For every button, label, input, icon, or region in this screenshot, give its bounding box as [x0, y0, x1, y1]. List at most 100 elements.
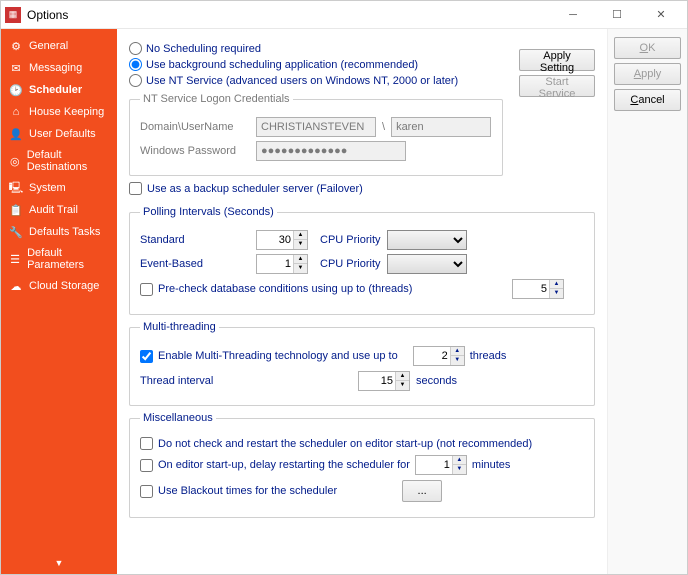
- sidebar-item-userdefaults[interactable]: 👤 User Defaults: [1, 123, 117, 145]
- sidebar: ⚙General ✉Messaging 🕑 Scheduler ⌂House Ke…: [1, 29, 117, 574]
- sidebar-label: Defaults Tasks: [29, 226, 100, 238]
- delay-spinner[interactable]: ▲▼: [415, 455, 467, 475]
- spin-down-icon[interactable]: ▼: [294, 264, 307, 273]
- radio-label: Use background scheduling application (r…: [146, 59, 418, 71]
- enable-mt-label: Enable Multi-Threading technology and us…: [158, 350, 398, 362]
- spin-down-icon[interactable]: ▼: [294, 240, 307, 249]
- spin-up-icon[interactable]: ▲: [294, 231, 307, 240]
- sidebar-item-general[interactable]: ⚙General: [1, 35, 117, 57]
- misc-group: Miscellaneous Do not check and restart t…: [129, 412, 595, 518]
- audit-icon: 📋: [9, 203, 23, 217]
- start-service-button[interactable]: Start Service: [519, 75, 595, 97]
- delay-check[interactable]: [140, 459, 153, 472]
- polling-group: Polling Intervals (Seconds) Standard ▲▼ …: [129, 206, 595, 315]
- system-icon: 🖳: [9, 181, 23, 195]
- failover-check[interactable]: [129, 182, 142, 195]
- sidebar-item-defparams[interactable]: ☰Default Parameters: [1, 243, 117, 275]
- spin-up-icon[interactable]: ▲: [453, 456, 466, 465]
- cpu-priority-select2[interactable]: [387, 254, 467, 274]
- precheck-spinner[interactable]: ▲▼: [512, 279, 564, 299]
- precheck-check[interactable]: [140, 283, 153, 296]
- app-icon: ▦: [5, 7, 21, 23]
- radio-ntservice[interactable]: [129, 74, 142, 87]
- standard-label: Standard: [140, 234, 210, 246]
- nocheck-check[interactable]: [140, 437, 153, 450]
- cpu-priority-select[interactable]: [387, 230, 467, 250]
- event-spinner[interactable]: ▲▼: [256, 254, 308, 274]
- sidebar-item-cloud[interactable]: ☁Cloud Storage: [1, 275, 117, 297]
- multithread-group: Multi-threading Enable Multi-Threading t…: [129, 321, 595, 406]
- spin-down-icon[interactable]: ▼: [453, 465, 466, 474]
- sidebar-item-scheduler[interactable]: 🕑 Scheduler: [1, 79, 117, 101]
- standard-input[interactable]: [257, 231, 293, 249]
- ok-text: K: [648, 42, 655, 54]
- ntcreds-group: NT Service Logon Credentials Domain\User…: [129, 93, 503, 176]
- spin-down-icon[interactable]: ▼: [550, 289, 563, 298]
- cpu-label2: CPU Priority: [320, 258, 381, 270]
- threads-input[interactable]: [414, 347, 450, 365]
- maximize-button[interactable]: ☐: [595, 1, 639, 29]
- sidebar-collapse[interactable]: ▼: [1, 552, 117, 574]
- blackout-check[interactable]: [140, 485, 153, 498]
- radio-background[interactable]: [129, 58, 142, 71]
- content-panel: No Scheduling required Use background sc…: [117, 29, 607, 574]
- event-input[interactable]: [257, 255, 293, 273]
- user-icon: 👤: [9, 127, 23, 141]
- sidebar-item-housekeeping[interactable]: ⌂House Keeping: [1, 101, 117, 123]
- spin-up-icon[interactable]: ▲: [294, 255, 307, 264]
- sidebar-label: System: [29, 182, 66, 194]
- user-input[interactable]: [391, 117, 491, 137]
- titlebar: ▦ Options ─ ☐ ✕: [1, 1, 687, 29]
- password-input[interactable]: [256, 141, 406, 161]
- sidebar-item-deftasks[interactable]: 🔧Defaults Tasks: [1, 221, 117, 243]
- interval-input[interactable]: [359, 372, 395, 390]
- broom-icon: ⌂: [9, 105, 23, 119]
- radio-no-scheduling[interactable]: [129, 42, 142, 55]
- cancel-button[interactable]: Cancel: [614, 89, 681, 111]
- precheck-input[interactable]: [513, 280, 549, 298]
- sidebar-item-messaging[interactable]: ✉Messaging: [1, 57, 117, 79]
- cpu-label: CPU Priority: [320, 234, 381, 246]
- delay-input[interactable]: [416, 456, 452, 474]
- minimize-button[interactable]: ─: [551, 1, 595, 29]
- delay-label: On editor start-up, delay restarting the…: [158, 459, 410, 471]
- sidebar-label: Audit Trail: [29, 204, 78, 216]
- blackout-button[interactable]: ...: [402, 480, 442, 502]
- interval-label: Thread interval: [140, 375, 352, 387]
- standard-spinner[interactable]: ▲▼: [256, 230, 308, 250]
- target-icon: ◎: [9, 154, 21, 168]
- interval-spinner[interactable]: ▲▼: [358, 371, 410, 391]
- slash: \: [382, 121, 385, 133]
- ok-button[interactable]: OK: [614, 37, 681, 59]
- sidebar-label: User Defaults: [29, 128, 96, 140]
- sidebar-label: Scheduler: [29, 84, 82, 96]
- spin-up-icon[interactable]: ▲: [451, 347, 464, 356]
- nocheck-label: Do not check and restart the scheduler o…: [158, 438, 532, 450]
- sidebar-item-audit[interactable]: 📋 Audit Trail: [1, 199, 117, 221]
- clock-icon: 🕑: [9, 83, 23, 97]
- apply-button[interactable]: Apply: [614, 63, 681, 85]
- radio-label: Use NT Service (advanced users on Window…: [146, 75, 458, 87]
- sidebar-item-system[interactable]: 🖳 System: [1, 177, 117, 199]
- sidebar-label: Default Destinations: [27, 149, 109, 173]
- interval-unit: seconds: [416, 375, 457, 387]
- multithread-legend: Multi-threading: [140, 321, 219, 333]
- spin-down-icon[interactable]: ▼: [396, 381, 409, 390]
- failover-label: Use as a backup scheduler server (Failov…: [147, 183, 363, 195]
- close-button[interactable]: ✕: [639, 1, 683, 29]
- event-label: Event-Based: [140, 258, 210, 270]
- enable-mt-check[interactable]: [140, 350, 153, 363]
- mail-icon: ✉: [9, 61, 23, 75]
- ntcreds-legend: NT Service Logon Credentials: [140, 93, 293, 105]
- sidebar-item-defaultdest[interactable]: ◎ Default Destinations: [1, 145, 117, 177]
- spin-down-icon[interactable]: ▼: [451, 356, 464, 365]
- precheck-label: Pre-check database conditions using up t…: [158, 283, 412, 295]
- spin-up-icon[interactable]: ▲: [550, 280, 563, 289]
- threads-spinner[interactable]: ▲▼: [413, 346, 465, 366]
- apply-setting-button[interactable]: Apply Setting: [519, 49, 595, 71]
- dialog-buttons: OK Apply Cancel: [607, 29, 687, 574]
- misc-legend: Miscellaneous: [140, 412, 216, 424]
- domain-input[interactable]: [256, 117, 376, 137]
- password-label: Windows Password: [140, 145, 250, 157]
- spin-up-icon[interactable]: ▲: [396, 372, 409, 381]
